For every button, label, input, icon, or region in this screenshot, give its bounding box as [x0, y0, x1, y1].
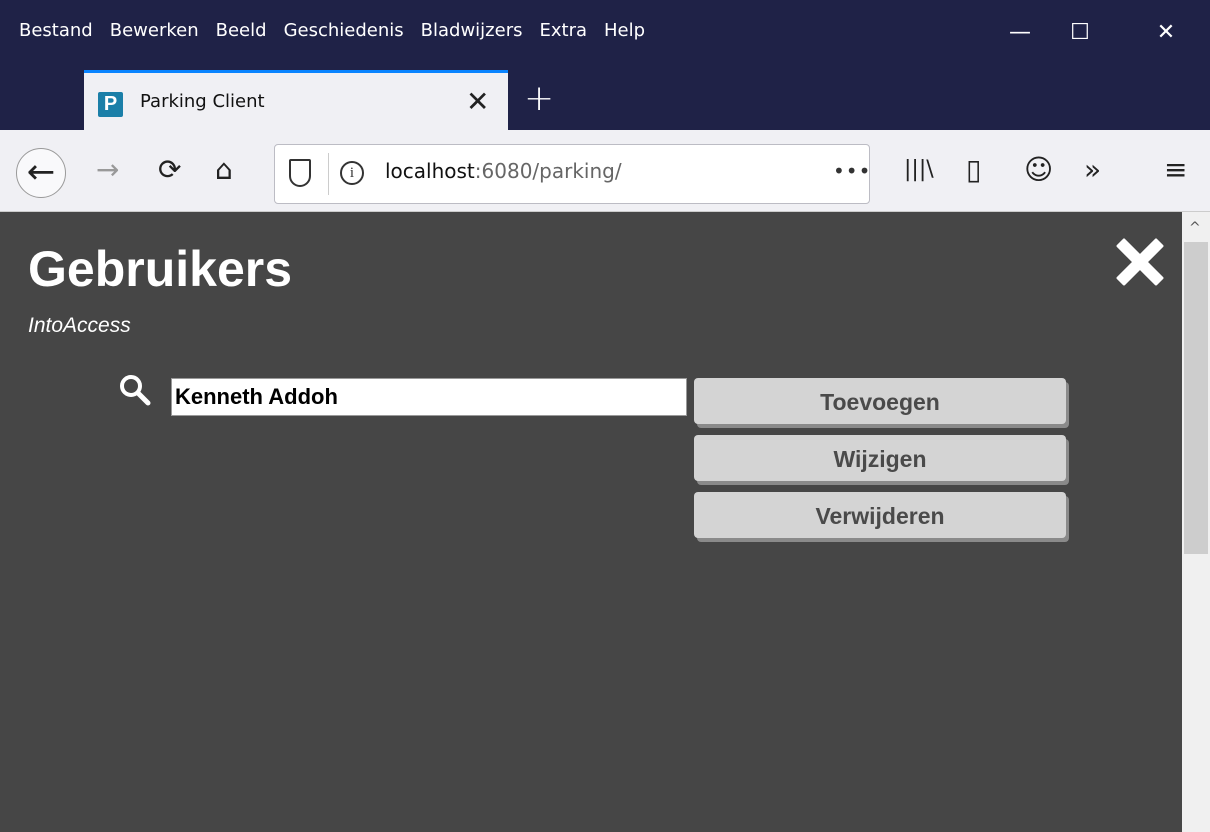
close-icon[interactable] [1114, 236, 1166, 288]
menu-bladwijzers[interactable]: Bladwijzers [421, 19, 523, 43]
home-button[interactable]: ⌂ [215, 154, 233, 186]
menu-extra[interactable]: Extra [539, 19, 587, 43]
url-text[interactable]: localhost:6080/parking/ [385, 159, 622, 183]
scroll-up-icon[interactable]: ^ [1189, 220, 1201, 236]
delete-button[interactable]: Verwijderen [694, 492, 1066, 538]
account-icon[interactable]: ☺ [1024, 154, 1053, 186]
tracking-shield-icon[interactable] [289, 159, 311, 187]
site-info-icon[interactable]: i [340, 161, 364, 185]
reload-button[interactable]: ⟳ [158, 154, 181, 186]
parking-favicon-icon: P [98, 92, 123, 117]
new-tab-button[interactable]: + [524, 78, 554, 119]
url-path: :6080/parking/ [474, 159, 622, 183]
tab-parking-client[interactable]: P Parking Client ✕ [84, 70, 508, 130]
url-separator [328, 153, 329, 195]
menu-items: Bestand Bewerken Beeld Geschiedenis Blad… [19, 19, 662, 43]
library-icon[interactable]: |||\ [904, 154, 934, 186]
search-icon [120, 375, 151, 406]
page-title: Gebruikers [28, 241, 293, 297]
menu-help[interactable]: Help [604, 19, 645, 43]
hamburger-menu-icon[interactable]: ≡ [1164, 154, 1187, 186]
tab-title: Parking Client [140, 91, 265, 112]
overflow-menu-icon[interactable]: » [1084, 154, 1101, 186]
scroll-thumb[interactable] [1184, 242, 1208, 554]
add-button[interactable]: Toevoegen [694, 378, 1066, 424]
menu-beeld[interactable]: Beeld [216, 19, 267, 43]
forward-button[interactable]: → [96, 154, 119, 186]
minimize-button[interactable]: — [1000, 12, 1040, 52]
menu-bar: Bestand Bewerken Beeld Geschiedenis Blad… [0, 0, 1210, 48]
url-host: localhost [385, 159, 475, 183]
maximize-button[interactable]: ☐ [1060, 12, 1100, 52]
page-actions-button[interactable]: ••• [833, 159, 871, 183]
vertical-scrollbar[interactable]: ^ [1182, 212, 1210, 832]
url-bar[interactable]: i localhost:6080/parking/ ••• [274, 144, 870, 204]
menu-geschiedenis[interactable]: Geschiedenis [284, 19, 404, 43]
page-content: Gebruikers IntoAccess Toevoegen Wijzigen… [0, 212, 1182, 832]
navigation-toolbar: ← → ⟳ ⌂ i localhost:6080/parking/ ••• ||… [0, 130, 1210, 212]
sidebar-icon[interactable]: ▯ [966, 154, 981, 186]
edit-button[interactable]: Wijzigen [694, 435, 1066, 481]
page-subtitle: IntoAccess [28, 314, 131, 337]
tab-close-icon[interactable]: ✕ [466, 85, 489, 118]
menu-bewerken[interactable]: Bewerken [110, 19, 199, 43]
window-close-button[interactable]: ✕ [1146, 12, 1186, 52]
menu-bestand[interactable]: Bestand [19, 19, 93, 43]
user-search-input[interactable] [171, 378, 687, 416]
back-button[interactable]: ← [16, 148, 66, 198]
